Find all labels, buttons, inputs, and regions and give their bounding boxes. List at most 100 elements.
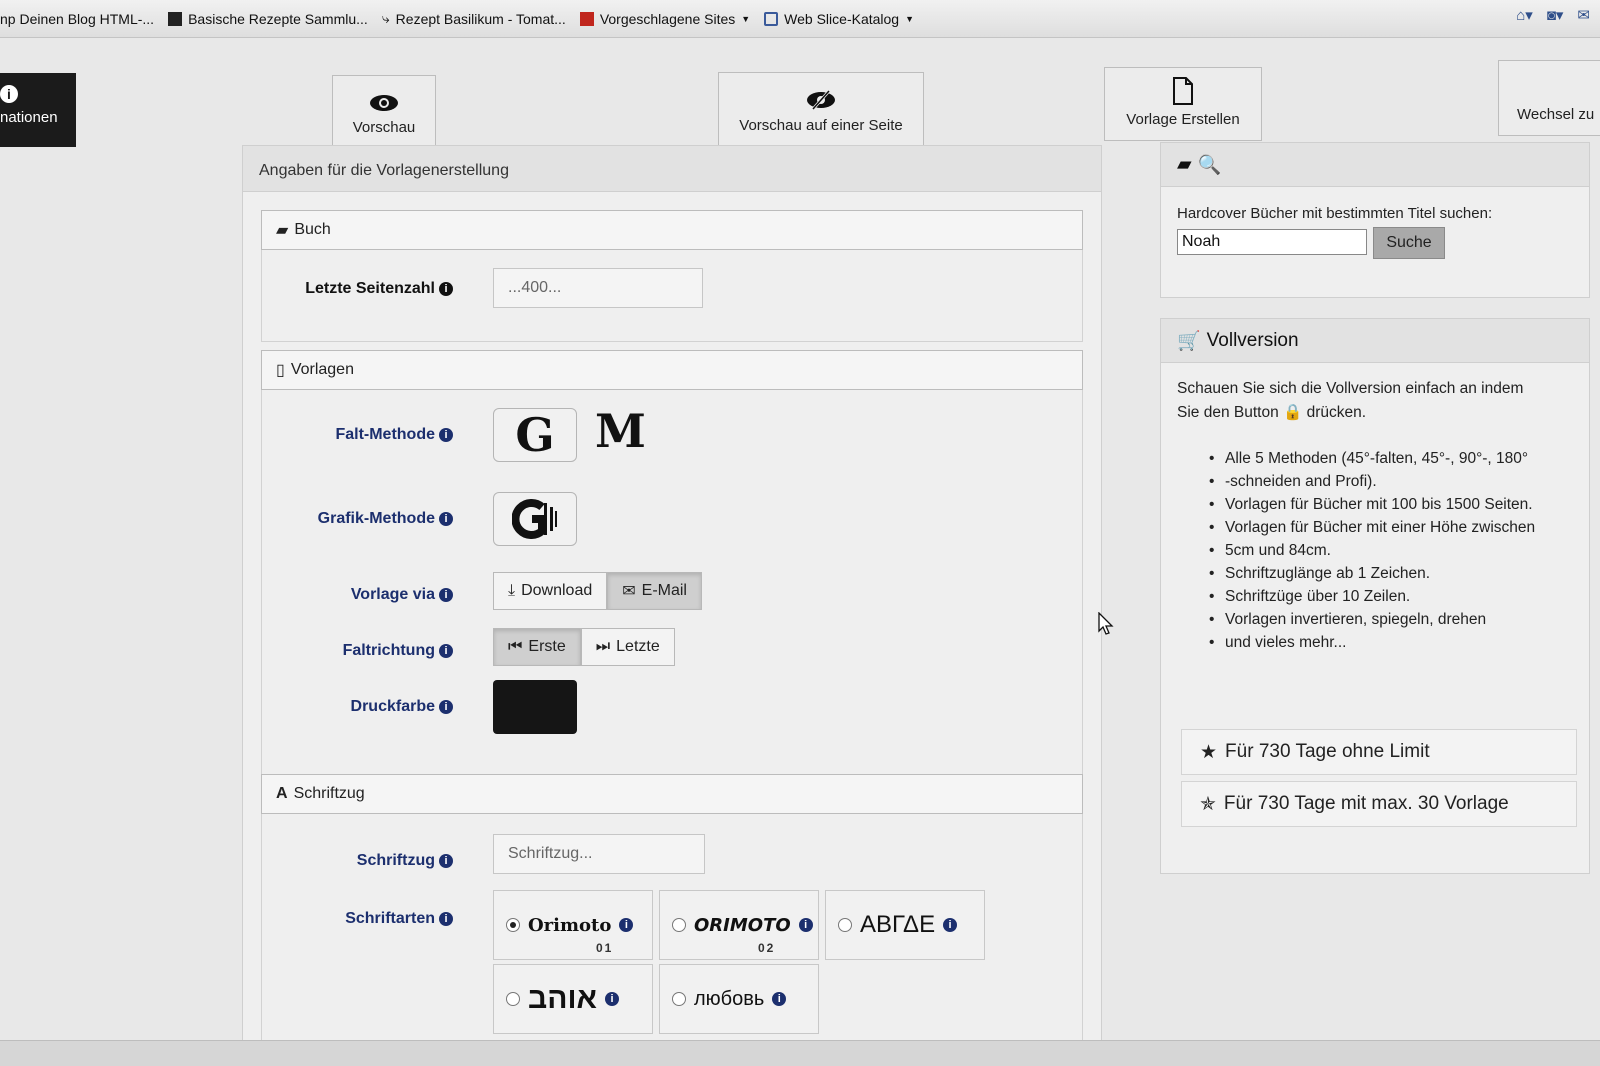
intro-line-1: Schauen Sie sich die Vollversion einfach… <box>1177 380 1524 397</box>
list-item: und vieles mehr... <box>1209 631 1579 654</box>
last-page-input[interactable]: ...400... <box>493 268 703 308</box>
search-input[interactable]: Noah <box>1177 229 1367 255</box>
list-item: Schriftzuglänge ab 1 Zeichen. <box>1209 562 1579 585</box>
list-item: Vorlagen für Bücher mit einer Höhe zwisc… <box>1209 516 1579 539</box>
info-icon[interactable]: i <box>439 912 453 926</box>
download-button[interactable]: ⤓ Download <box>493 572 608 610</box>
fold-method-g-button[interactable]: G <box>493 408 577 462</box>
home-icon[interactable]: ⌂▾ <box>1516 6 1533 24</box>
font-number: 01 <box>596 941 614 955</box>
information-tab[interactable]: i nationen <box>0 73 76 147</box>
info-icon[interactable]: i <box>798 918 813 932</box>
font-option-orimoto[interactable]: Orimoto i 01 <box>493 890 653 960</box>
lettering-label-text: Schriftzug <box>356 852 435 869</box>
file-icon <box>1173 77 1193 105</box>
fold-direction-label: Faltrichtung i <box>263 642 453 660</box>
chevron-down-icon: ▼ <box>905 13 915 24</box>
font-option-orimoto-italic[interactable]: ORIMOTO i 02 <box>659 890 819 960</box>
last-label: Letzte <box>616 638 660 655</box>
radio-button[interactable] <box>506 918 520 932</box>
feature-list: Alle 5 Methoden (45°-falten, 45°-, 90°-,… <box>1209 447 1579 654</box>
info-icon[interactable]: i <box>943 918 958 932</box>
info-icon: i <box>0 85 18 103</box>
font-icon: A <box>276 785 288 802</box>
font-name: ΑΒΓΔΕ <box>860 911 936 938</box>
bookmark-blog[interactable]: np Deinen Blog HTML-... <box>0 11 154 27</box>
info-icon[interactable]: i <box>439 588 453 602</box>
preview-button[interactable]: Vorschau <box>332 75 436 149</box>
mail-icon[interactable]: ✉ <box>1577 6 1590 24</box>
lettering-input[interactable]: Schriftzug... <box>493 834 705 874</box>
font-name: אוהב <box>528 982 597 1015</box>
bookmark-favicon-icon <box>168 11 183 26</box>
panel-title: Angaben für die Vorlagenerstellung <box>243 146 1101 192</box>
bookmark-recipes[interactable]: Basische Rezepte Sammlu... <box>168 11 368 27</box>
preview-one-page-button[interactable]: Vorschau auf einer Seite <box>718 72 924 147</box>
font-option-hebrew[interactable]: אוהב i <box>493 964 653 1034</box>
file-icon: ▯ <box>276 362 285 379</box>
font-option-greek[interactable]: ΑΒΓΔΕ i <box>825 890 985 960</box>
bookmark-suggested-sites[interactable]: Vorgeschlagene Sites ▼ <box>579 11 750 27</box>
fold-method-m-button[interactable]: M <box>595 404 646 458</box>
section-book-header: ▰ Buch <box>261 210 1083 250</box>
list-item: Alle 5 Methoden (45°-falten, 45°-, 90°-,… <box>1209 447 1579 470</box>
offer-label: Für 730 Tage mit max. 30 Vorlage <box>1223 793 1509 814</box>
download-icon: ⤓ <box>508 582 516 599</box>
graphic-method-label-text: Grafik-Methode <box>317 510 435 527</box>
eye-slash-icon <box>807 90 835 110</box>
info-icon[interactable]: i <box>619 918 634 932</box>
bookmark-web-slice[interactable]: Web Slice-Katalog ▼ <box>764 11 914 27</box>
suggested-sites-icon <box>579 11 594 26</box>
offer-limited-button[interactable]: ✯ Für 730 Tage mit max. 30 Vorlage <box>1181 781 1577 827</box>
intro-text: Sie den Button <box>1177 404 1279 421</box>
last-button[interactable]: ⏭ Letzte <box>580 628 675 666</box>
list-item: Vorlagen für Bücher mit 100 bis 1500 Sei… <box>1209 493 1579 516</box>
radio-button[interactable] <box>672 918 686 932</box>
first-label: Erste <box>528 638 566 655</box>
mouse-cursor-icon <box>1098 612 1114 635</box>
font-name: любовь <box>694 987 765 1010</box>
create-template-label: Vorlage Erstellen <box>1126 111 1240 128</box>
info-icon[interactable]: i <box>605 992 619 1006</box>
cart-icon: 🛒 <box>1177 330 1201 352</box>
info-icon[interactable]: i <box>439 854 453 868</box>
star-icon: ★ <box>1200 741 1218 763</box>
offer-unlimited-button[interactable]: ★ Für 730 Tage ohne Limit <box>1181 729 1577 775</box>
bookmark-label: Web Slice-Katalog <box>784 10 900 27</box>
rss-feed-icon[interactable]: ◙▾ <box>1547 6 1564 24</box>
graphic-method-button[interactable] <box>493 492 577 546</box>
info-icon[interactable]: i <box>439 644 453 658</box>
section-lettering-header: A Schriftzug <box>261 774 1083 814</box>
print-color-swatch[interactable] <box>493 680 577 734</box>
last-page-label: Letzte Seitenzahl i <box>263 280 453 298</box>
radio-button[interactable] <box>506 992 520 1006</box>
skip-forward-icon: ⏭ <box>595 638 611 655</box>
radio-button[interactable] <box>672 992 686 1006</box>
radio-button[interactable] <box>838 918 852 932</box>
bookmark-basil-recipe[interactable]: ⤷ Rezept Basilikum - Tomat... <box>382 10 566 27</box>
full-version-intro: Schauen Sie sich die Vollversion einfach… <box>1177 377 1523 425</box>
info-icon[interactable]: i <box>439 700 453 714</box>
book-icon: ▰ <box>276 222 289 239</box>
download-label: Download <box>521 582 593 599</box>
font-name: ORIMOTO <box>694 914 791 936</box>
bookmarks-bar: np Deinen Blog HTML-... Basische Rezepte… <box>0 0 1600 38</box>
section-book-title: Buch <box>294 221 331 238</box>
switch-button[interactable]: Wechsel zu <box>1498 60 1600 136</box>
first-button[interactable]: ⏮ Erste <box>493 628 581 666</box>
search-button[interactable]: Suche <box>1373 227 1445 259</box>
font-option-cyrillic[interactable]: любовь i <box>659 964 819 1034</box>
offer-label: Für 730 Tage ohne Limit <box>1225 741 1430 762</box>
bookmark-label: Basische Rezepte Sammlu... <box>188 10 368 27</box>
skip-back-icon: ⏮ <box>508 638 523 655</box>
graphic-g-icon <box>512 499 557 539</box>
create-template-button[interactable]: Vorlage Erstellen <box>1104 67 1262 141</box>
email-button[interactable]: ✉ E-Mail <box>607 572 702 610</box>
info-icon[interactable]: i <box>439 428 453 442</box>
info-icon[interactable]: i <box>439 282 453 296</box>
print-color-label: Druckfarbe i <box>263 698 453 716</box>
search-panel: ▰ 🔍 Hardcover Bücher mit bestimmten Tite… <box>1160 142 1590 298</box>
info-icon[interactable]: i <box>439 512 453 526</box>
graphic-method-label: Grafik-Methode i <box>263 510 453 528</box>
info-icon[interactable]: i <box>772 992 787 1006</box>
